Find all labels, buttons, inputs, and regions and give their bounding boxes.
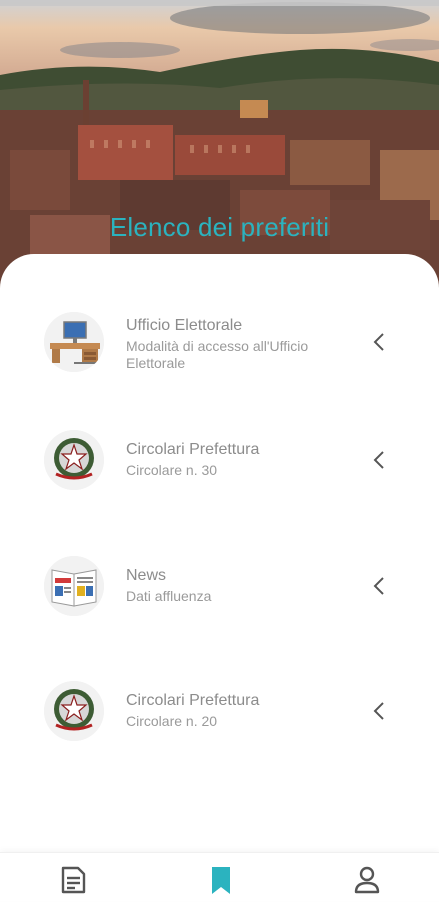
- hero-city-photo: [0, 0, 439, 290]
- favorite-title: Circolari Prefettura: [126, 692, 260, 709]
- chevron-left-icon: [366, 697, 394, 725]
- favorite-item-ufficio-elettorale[interactable]: Ufficio Elettorale Modalità di accesso a…: [0, 302, 439, 392]
- office-desk-icon: [44, 312, 104, 372]
- user-icon: [350, 866, 384, 901]
- favorite-item-news[interactable]: News Dati affluenza: [0, 552, 439, 642]
- favorite-title: Ufficio Elettorale: [126, 317, 243, 334]
- favorite-item-circolari-20[interactable]: Circolari Prefettura Circolare n. 20: [0, 677, 439, 767]
- favorite-subtitle: Circolare n. 30: [126, 462, 218, 478]
- bottom-navigation: [0, 852, 439, 901]
- favorite-subtitle: Dati affluenza: [126, 588, 212, 604]
- chevron-left-icon: [366, 328, 394, 356]
- document-list-icon: [56, 866, 90, 901]
- italian-emblem-icon: [44, 681, 104, 741]
- nav-favorites-button[interactable]: [204, 863, 238, 897]
- status-bar-strip: [0, 0, 439, 6]
- nav-profile-button[interactable]: [350, 863, 384, 897]
- favorite-item-circolari-30[interactable]: Circolari Prefettura Circolare n. 30: [0, 426, 439, 516]
- favorite-subtitle: Circolare n. 20: [126, 713, 218, 729]
- italian-emblem-icon: [44, 430, 104, 490]
- page-title: Elenco dei preferiti: [109, 212, 330, 242]
- bookmark-icon: [204, 867, 238, 901]
- chevron-left-icon: [366, 572, 394, 600]
- chevron-left-icon: [366, 446, 394, 474]
- nav-documents-button[interactable]: [56, 863, 90, 897]
- favorite-title: News: [126, 567, 167, 584]
- favorite-subtitle: Modalità di accesso all'Ufficio Elettora…: [126, 338, 309, 371]
- favorite-title: Circolari Prefettura: [126, 441, 260, 458]
- favorites-sheet: Ufficio Elettorale Modalità di accesso a…: [0, 254, 439, 900]
- newspaper-icon: [44, 556, 104, 616]
